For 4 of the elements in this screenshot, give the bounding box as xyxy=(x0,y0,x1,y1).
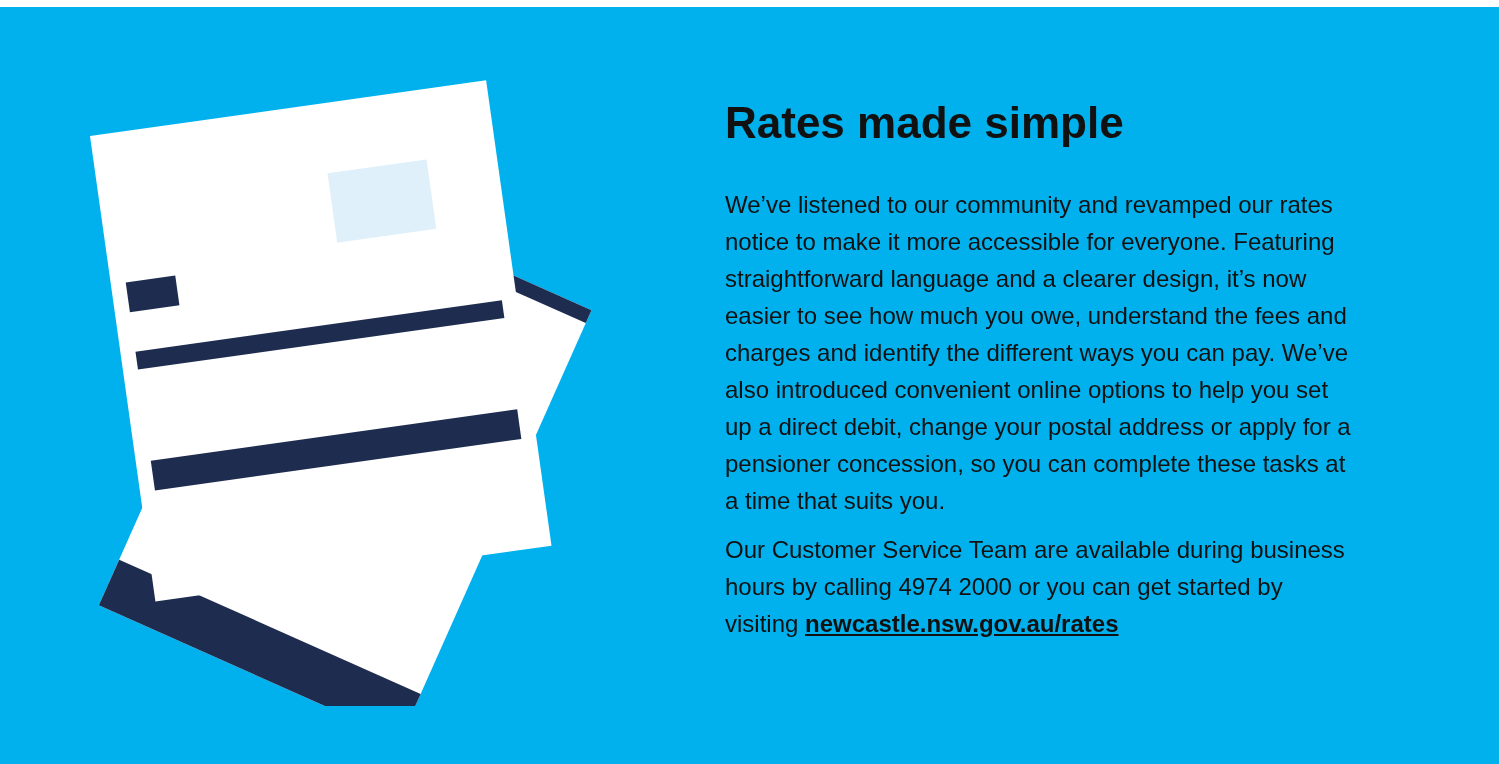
heading: Rates made simple xyxy=(725,97,1125,149)
rates-link[interactable]: newcastle.nsw.gov.au/rates xyxy=(805,610,1119,637)
paragraph: We’ve listened to our community and revamped our rates notice to make it more accessible for everyone. Featuring straightforward language and a clearer design, it’s now easier to see how much you owe, understand the fees and charges and identify the different ways you can pay. We’ve also introduced convenient online options to help you set up a direct debit, change your postal address or apply for a pensioner concession, so you can complete these tasks at a time that suits you. xyxy=(725,190,1352,516)
paragraph: Our Customer Service Team are available during business hours by calling 4974 2000 or you can get started by visiting newcastle.nsw.gov.au/rates xyxy=(725,535,1346,639)
